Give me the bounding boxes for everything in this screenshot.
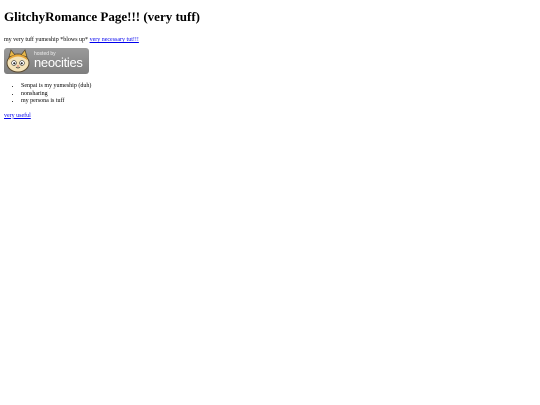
page-body: GlitchyRomance Page!!! (very tuff) my ve… — [0, 0, 540, 120]
neocities-badge-link[interactable]: hosted by neocities — [4, 48, 89, 74]
info-list: Senpai is my yumeship (duh) nonsharing m… — [4, 83, 536, 106]
neocities-cat-icon — [6, 49, 30, 73]
page-title: GlitchyRomance Page!!! (very tuff) — [4, 9, 201, 24]
footer-link-container: very useful — [4, 112, 536, 120]
badge-brand-text: neocities — [34, 55, 83, 70]
list-item: nonsharing — [21, 91, 536, 99]
intro-text: my very tuff yumeship *blows up* — [4, 37, 90, 43]
tutorial-link[interactable]: very necessary tut!!! — [90, 37, 139, 43]
list-item: Senpai is my yumeship (duh) — [21, 83, 536, 91]
list-item: my persona is tuff — [21, 98, 536, 106]
neocities-badge-container: hosted by neocities — [4, 48, 536, 74]
intro-paragraph: my very tuff yumeship *blows up* very ne… — [4, 25, 536, 44]
useful-link[interactable]: very useful — [4, 113, 31, 119]
